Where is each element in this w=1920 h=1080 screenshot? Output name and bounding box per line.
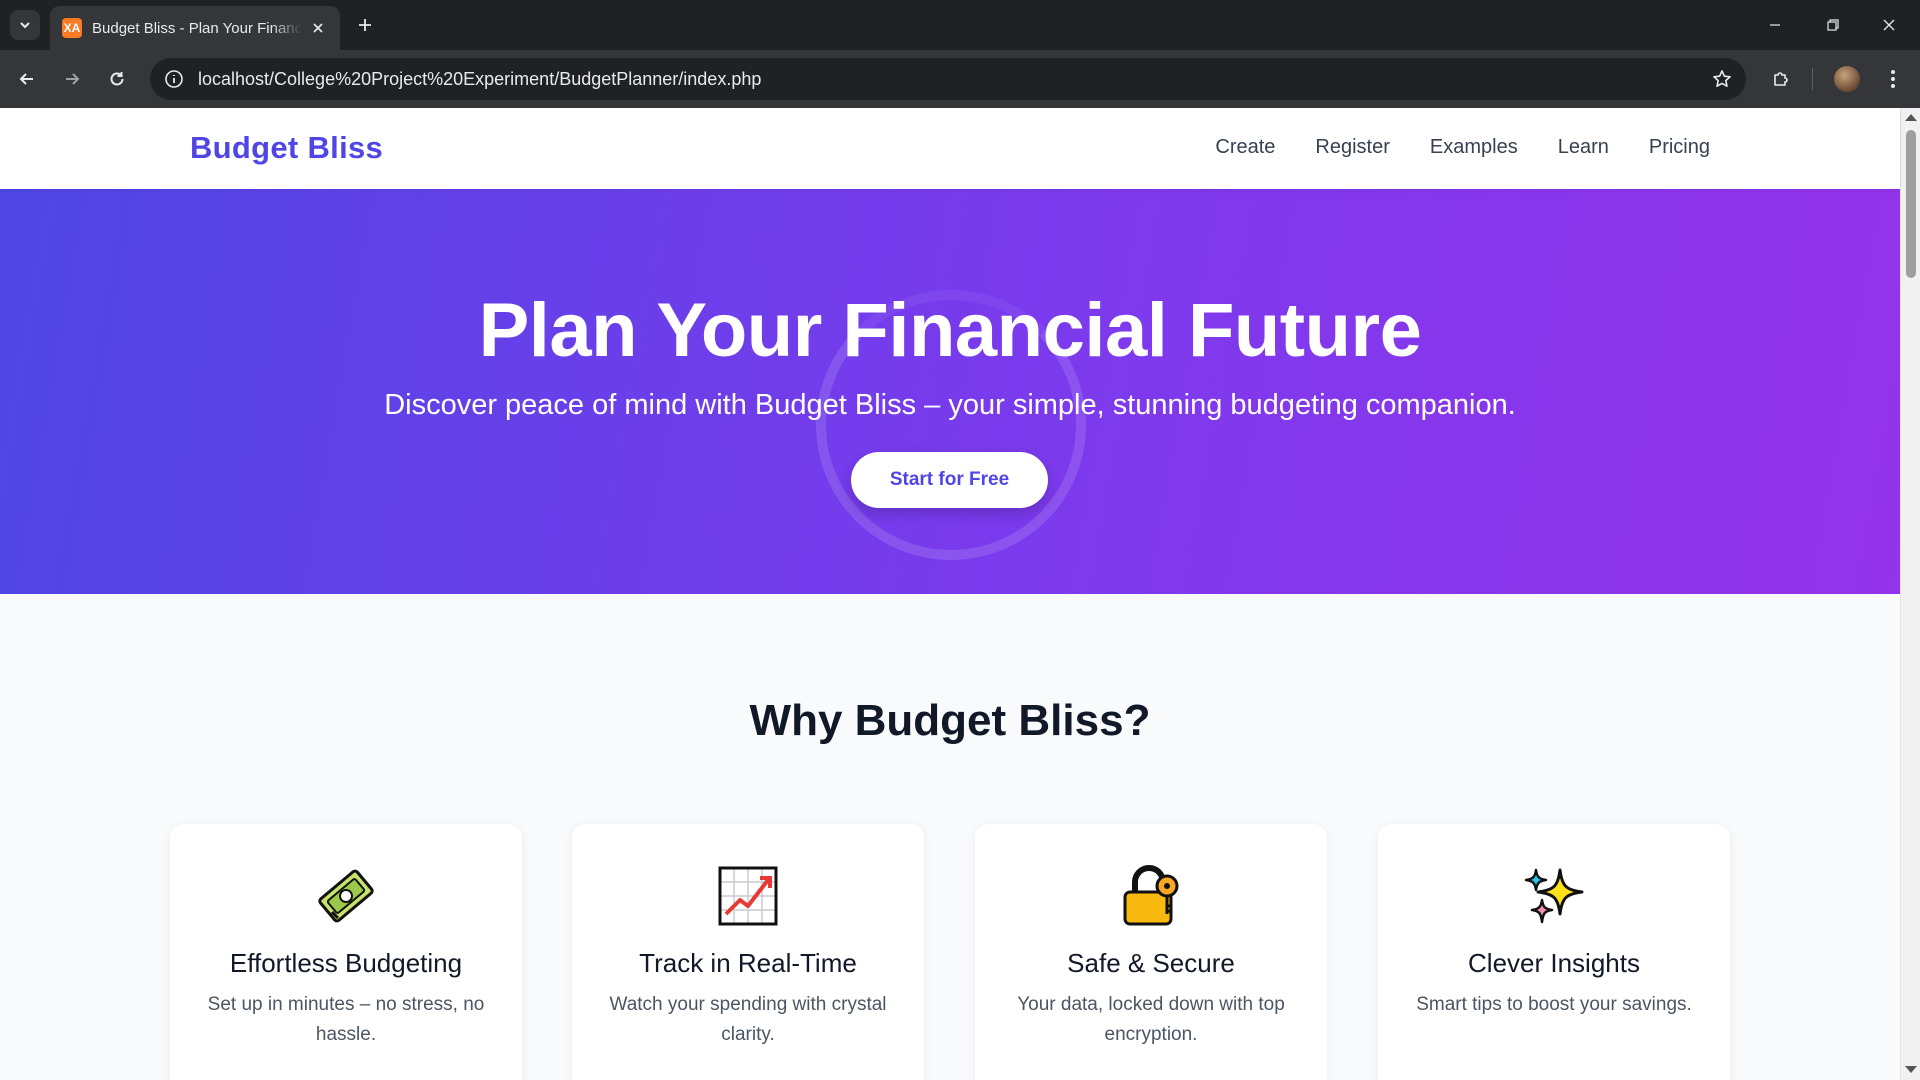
nav-pricing[interactable]: Pricing xyxy=(1649,136,1710,159)
browser-tabbar: XA Budget Bliss - Plan Your Financial Fu… xyxy=(0,0,1920,50)
feature-title: Safe & Secure xyxy=(1067,948,1235,978)
feature-title: Clever Insights xyxy=(1468,948,1640,978)
more-vert-icon xyxy=(1891,70,1895,88)
favicon-icon: XA xyxy=(62,18,82,38)
scroll-up-arrow-icon[interactable] xyxy=(1905,114,1917,121)
puzzle-icon xyxy=(1774,72,1788,86)
star-icon xyxy=(1713,70,1731,87)
feature-card: Track in Real-Time Watch your spending w… xyxy=(572,824,924,1080)
toolbar-divider xyxy=(1812,68,1813,90)
nav-examples[interactable]: Examples xyxy=(1430,136,1518,159)
url-text[interactable]: localhost/College%20Project%20Experiment… xyxy=(198,69,761,90)
chevron-down-icon xyxy=(20,22,30,29)
back-button[interactable] xyxy=(12,64,42,94)
feature-description: Watch your spending with crystal clarity… xyxy=(609,994,887,1045)
feature-card: Effortless Budgeting Set up in minutes –… xyxy=(170,824,522,1080)
lock-with-key-icon xyxy=(1123,865,1179,926)
profile-avatar[interactable] xyxy=(1834,66,1860,92)
features-title: Why Budget Bliss? xyxy=(749,696,1151,745)
sparkles-icon xyxy=(1524,868,1584,924)
arrow-left-icon xyxy=(19,73,33,85)
address-bar[interactable]: localhost/College%20Project%20Experiment… xyxy=(150,58,1746,100)
chart-increasing-icon xyxy=(718,866,778,926)
tab-title: Budget Bliss - Plan Your Financial Futur… xyxy=(92,19,302,37)
arrow-right-icon xyxy=(66,73,80,85)
hero-subtitle: Discover peace of mind with Budget Bliss… xyxy=(384,389,1516,421)
feature-title: Effortless Budgeting xyxy=(229,948,463,978)
restore-icon xyxy=(1827,19,1839,31)
reload-button[interactable] xyxy=(102,64,132,94)
scrollbar-thumb[interactable] xyxy=(1906,130,1916,278)
page-viewport: Budget Bliss Create Register Examples Le… xyxy=(0,108,1920,1080)
extensions-button[interactable] xyxy=(1766,64,1796,94)
minimize-button[interactable] xyxy=(1762,12,1788,38)
nav-learn[interactable]: Learn xyxy=(1558,136,1609,159)
start-free-button[interactable]: Start for Free xyxy=(851,452,1048,508)
restore-button[interactable] xyxy=(1820,12,1846,38)
forward-button[interactable] xyxy=(57,64,87,94)
site-header: Budget Bliss Create Register Examples Le… xyxy=(0,108,1900,189)
close-icon xyxy=(313,23,323,33)
tab-search-button[interactable] xyxy=(10,10,40,40)
plus-icon xyxy=(359,19,371,31)
new-tab-button[interactable] xyxy=(352,12,378,38)
feature-card: Clever Insights Smart tips to boost your… xyxy=(1378,824,1730,1080)
feature-description: Set up in minutes – no stress, no hassle… xyxy=(207,994,485,1045)
feature-title: Track in Real-Time xyxy=(639,948,857,978)
feature-card: Safe & Secure Your data, locked down wit… xyxy=(975,824,1327,1080)
hero-section: Plan Your Financial Future Discover peac… xyxy=(0,189,1900,594)
close-icon xyxy=(1883,19,1895,31)
feature-description: Smart tips to boost your savings. xyxy=(1416,994,1692,1015)
scroll-down-arrow-icon[interactable] xyxy=(1905,1066,1917,1073)
nav-create[interactable]: Create xyxy=(1215,136,1275,159)
menu-button[interactable] xyxy=(1878,64,1908,94)
tab-close-button[interactable] xyxy=(308,18,328,38)
browser-tab[interactable]: XA Budget Bliss - Plan Your Financial Fu… xyxy=(50,6,340,50)
close-window-button[interactable] xyxy=(1876,12,1902,38)
money-icon xyxy=(318,869,374,923)
feature-description: Your data, locked down with top encrypti… xyxy=(1017,994,1285,1045)
site-info-icon xyxy=(165,70,183,88)
bookmark-button[interactable] xyxy=(1712,69,1732,89)
browser-toolbar: localhost/College%20Project%20Experiment… xyxy=(0,50,1920,108)
page-scrollbar[interactable] xyxy=(1900,108,1920,1080)
brand-logo[interactable]: Budget Bliss xyxy=(190,130,383,166)
reload-icon xyxy=(110,72,124,86)
nav-register[interactable]: Register xyxy=(1315,136,1389,159)
main-nav: Create Register Examples Learn Pricing xyxy=(1215,136,1710,159)
hero-title: Plan Your Financial Future xyxy=(478,288,1422,373)
minimize-icon xyxy=(1770,24,1780,26)
